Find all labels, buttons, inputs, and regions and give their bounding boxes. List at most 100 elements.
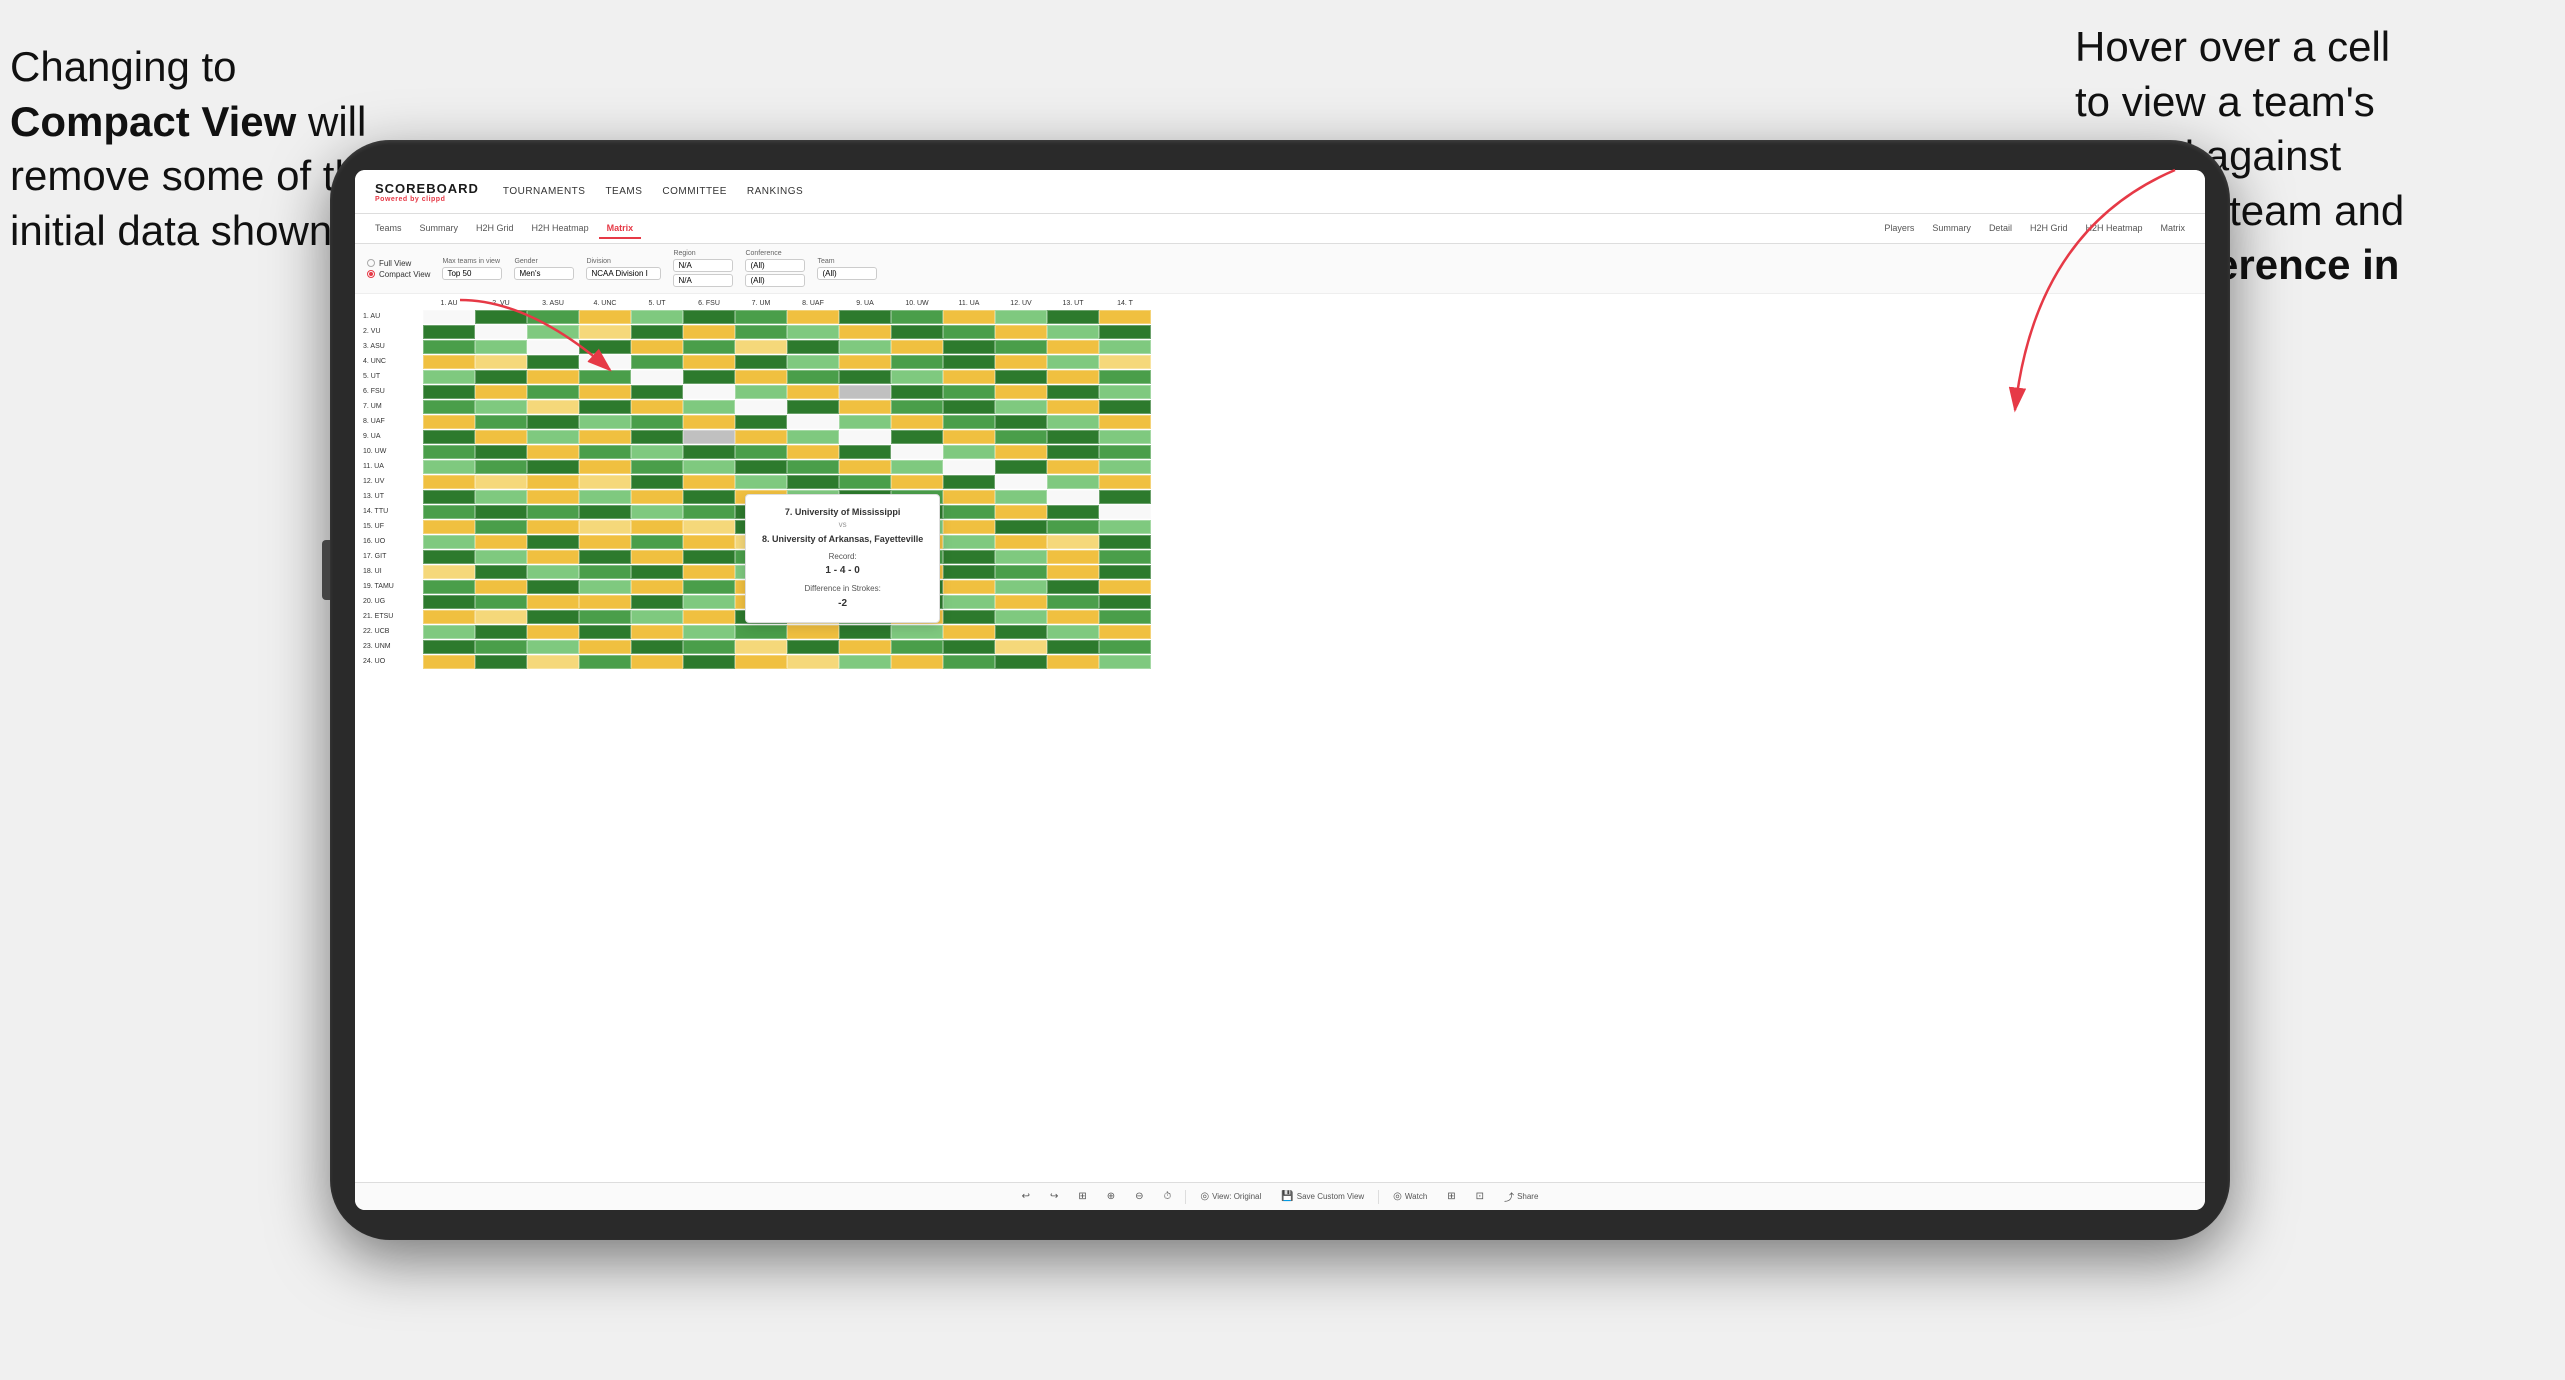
matrix-cell[interactable] [683, 625, 735, 639]
matrix-cell[interactable] [423, 610, 475, 624]
matrix-cell[interactable] [1047, 355, 1099, 369]
matrix-cell[interactable] [735, 370, 787, 384]
matrix-cell[interactable] [683, 460, 735, 474]
matrix-cell[interactable] [527, 400, 579, 414]
matrix-cell[interactable] [1047, 370, 1099, 384]
matrix-cell[interactable] [995, 430, 1047, 444]
matrix-cell[interactable] [787, 400, 839, 414]
matrix-cell[interactable] [943, 505, 995, 519]
matrix-cell[interactable] [683, 430, 735, 444]
matrix-cell[interactable] [683, 385, 735, 399]
matrix-cell[interactable] [527, 535, 579, 549]
matrix-cell[interactable] [1047, 325, 1099, 339]
matrix-cell[interactable] [683, 565, 735, 579]
matrix-cell[interactable] [475, 535, 527, 549]
tab-summary-left[interactable]: Summary [412, 219, 467, 239]
matrix-cell[interactable] [787, 640, 839, 654]
matrix-cell[interactable] [423, 445, 475, 459]
matrix-cell[interactable] [631, 505, 683, 519]
matrix-cell[interactable] [787, 370, 839, 384]
matrix-cell[interactable] [943, 535, 995, 549]
matrix-cell[interactable] [423, 430, 475, 444]
matrix-cell[interactable] [839, 640, 891, 654]
matrix-cell[interactable] [1047, 415, 1099, 429]
matrix-cell[interactable] [995, 550, 1047, 564]
matrix-cell[interactable] [1099, 490, 1151, 504]
matrix-cell[interactable] [839, 310, 891, 324]
matrix-cell[interactable] [1099, 310, 1151, 324]
matrix-cell[interactable] [943, 580, 995, 594]
share-button[interactable]: ⤴ Share [1498, 1187, 1544, 1206]
matrix-cell[interactable] [423, 475, 475, 489]
matrix-cell[interactable] [787, 475, 839, 489]
matrix-cell[interactable] [839, 400, 891, 414]
matrix-cell[interactable] [943, 310, 995, 324]
matrix-cell[interactable] [995, 355, 1047, 369]
view-original-button[interactable]: ◎ View: Original [1194, 1189, 1267, 1204]
matrix-cell[interactable] [891, 400, 943, 414]
full-view-radio[interactable] [367, 259, 375, 267]
matrix-cell[interactable] [527, 460, 579, 474]
matrix-cell[interactable] [527, 550, 579, 564]
matrix-cell[interactable] [1047, 445, 1099, 459]
matrix-cell[interactable] [579, 655, 631, 669]
matrix-cell[interactable] [1099, 625, 1151, 639]
matrix-cell[interactable] [475, 415, 527, 429]
matrix-cell[interactable] [891, 355, 943, 369]
matrix-cell[interactable] [475, 565, 527, 579]
matrix-cell[interactable] [527, 475, 579, 489]
matrix-cell[interactable] [839, 430, 891, 444]
max-teams-select[interactable]: Top 50 [442, 267, 502, 280]
matrix-cell[interactable] [1099, 475, 1151, 489]
matrix-cell[interactable] [735, 445, 787, 459]
matrix-cell[interactable] [683, 310, 735, 324]
matrix-cell[interactable] [1047, 640, 1099, 654]
matrix-cell[interactable] [995, 475, 1047, 489]
matrix-cell[interactable] [995, 325, 1047, 339]
matrix-cell[interactable] [943, 640, 995, 654]
matrix-cell[interactable] [579, 430, 631, 444]
matrix-cell[interactable] [839, 475, 891, 489]
matrix-cell[interactable] [579, 595, 631, 609]
matrix-cell[interactable] [1047, 550, 1099, 564]
clock-button[interactable]: ⏱ [1158, 1189, 1178, 1204]
matrix-cell[interactable] [891, 310, 943, 324]
matrix-cell[interactable] [1047, 430, 1099, 444]
matrix-cell[interactable] [943, 625, 995, 639]
matrix-cell[interactable] [579, 415, 631, 429]
matrix-cell[interactable] [1099, 325, 1151, 339]
matrix-cell[interactable] [839, 445, 891, 459]
matrix-cell[interactable] [475, 625, 527, 639]
matrix-cell[interactable] [839, 340, 891, 354]
matrix-cell[interactable] [735, 415, 787, 429]
zoom-in-button[interactable]: ⊕ [1101, 1189, 1121, 1204]
matrix-cell[interactable] [943, 490, 995, 504]
matrix-cell[interactable] [631, 490, 683, 504]
filter-button[interactable]: ⊞ [1072, 1189, 1092, 1204]
matrix-cell[interactable] [1047, 475, 1099, 489]
matrix-cell[interactable] [787, 340, 839, 354]
matrix-cell[interactable] [631, 535, 683, 549]
matrix-cell[interactable] [787, 625, 839, 639]
matrix-cell[interactable] [475, 520, 527, 534]
matrix-cell[interactable] [943, 385, 995, 399]
matrix-cell[interactable] [995, 340, 1047, 354]
matrix-cell[interactable] [787, 325, 839, 339]
matrix-cell[interactable] [1099, 340, 1151, 354]
matrix-cell[interactable] [683, 340, 735, 354]
matrix-cell[interactable] [891, 625, 943, 639]
matrix-cell[interactable] [579, 445, 631, 459]
matrix-cell[interactable] [839, 625, 891, 639]
save-custom-button[interactable]: 💾 Save Custom View [1275, 1189, 1370, 1204]
tab-matrix-left[interactable]: Matrix [599, 219, 642, 239]
matrix-cell[interactable] [995, 460, 1047, 474]
matrix-cell[interactable] [475, 640, 527, 654]
matrix-cell[interactable] [475, 505, 527, 519]
matrix-cell[interactable] [527, 580, 579, 594]
matrix-cell[interactable] [891, 430, 943, 444]
matrix-cell[interactable] [631, 340, 683, 354]
matrix-cell[interactable] [579, 625, 631, 639]
matrix-cell[interactable] [839, 325, 891, 339]
matrix-cell[interactable] [423, 460, 475, 474]
matrix-cell[interactable] [683, 415, 735, 429]
